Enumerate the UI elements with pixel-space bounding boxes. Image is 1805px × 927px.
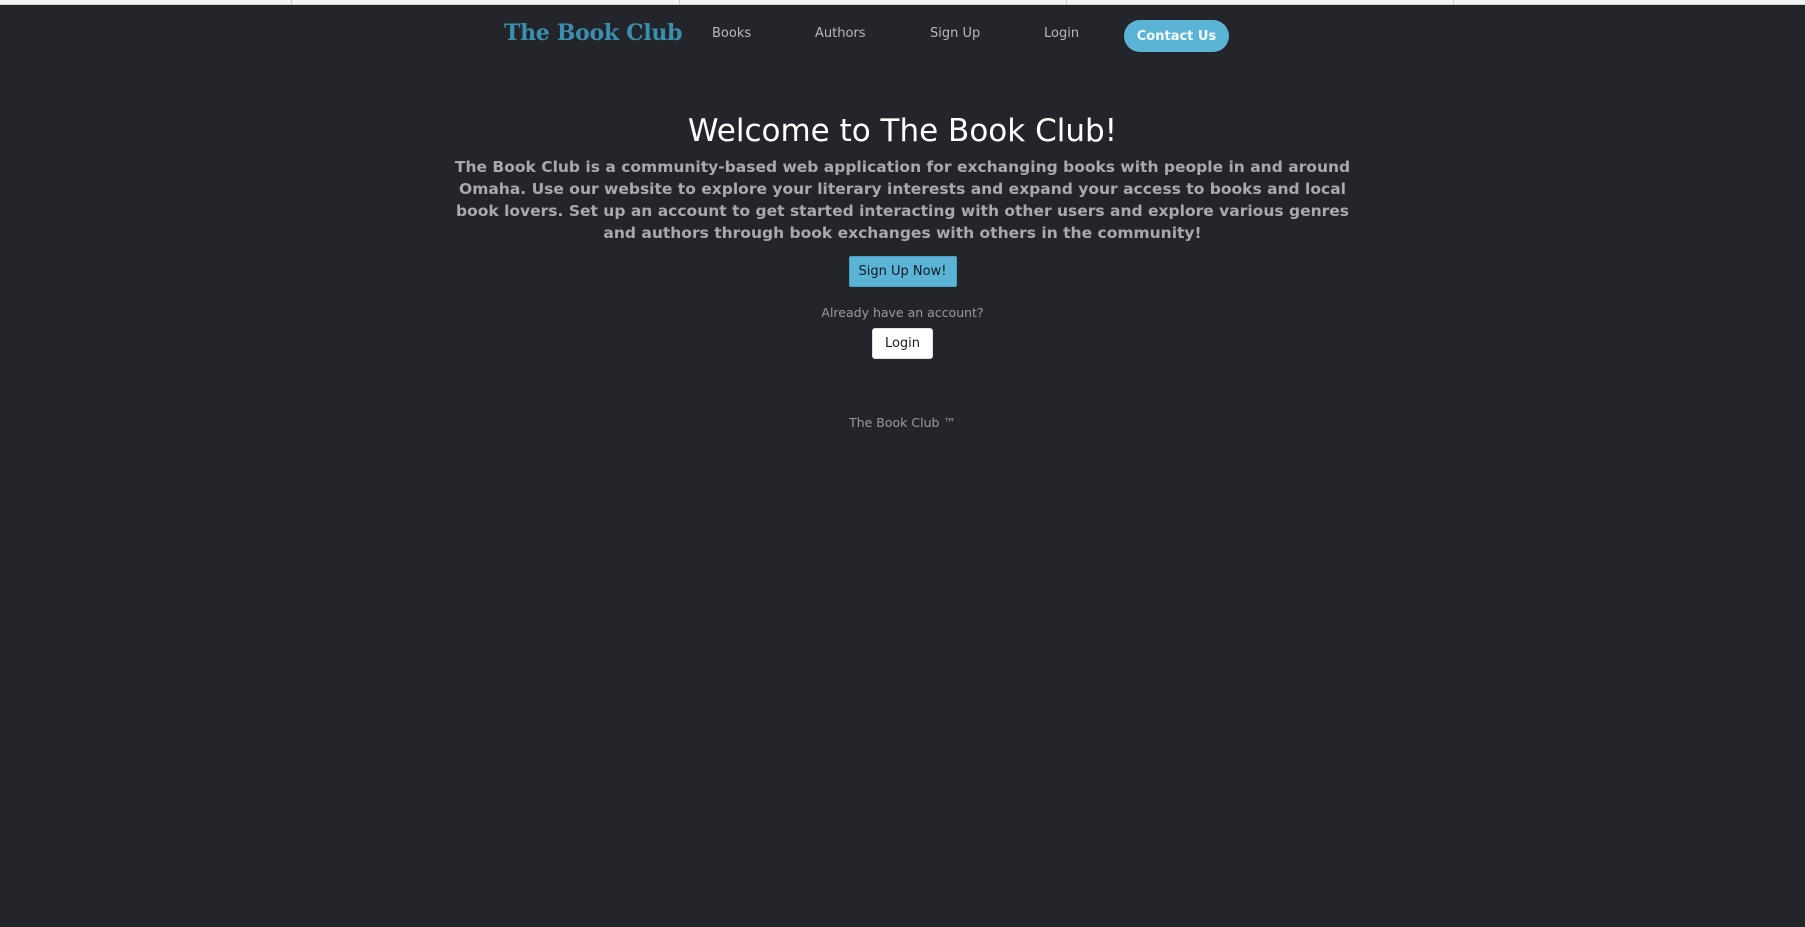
login-button[interactable]: Login	[872, 328, 933, 359]
nav-login-link[interactable]: Login	[1044, 26, 1079, 41]
hero-description: The Book Club is a community-based web a…	[454, 158, 1351, 242]
main-content: Welcome to The Book Club! The Book Club …	[0, 100, 1805, 430]
nav-signup-link[interactable]: Sign Up	[930, 26, 980, 41]
nav-authors-link[interactable]: Authors	[815, 26, 866, 41]
navbar: The Book Club Books Authors Sign Up Logi…	[0, 5, 1805, 65]
contact-us-button[interactable]: Contact Us	[1124, 20, 1229, 52]
sign-up-now-button[interactable]: Sign Up Now!	[848, 256, 957, 287]
page-title: Welcome to The Book Club!	[687, 113, 1118, 149]
footer-text: The Book Club ™	[849, 415, 956, 430]
already-have-account-text: Already have an account?	[821, 305, 984, 320]
brand-logo[interactable]: The Book Club	[504, 20, 683, 46]
nav-books-link[interactable]: Books	[712, 26, 751, 41]
